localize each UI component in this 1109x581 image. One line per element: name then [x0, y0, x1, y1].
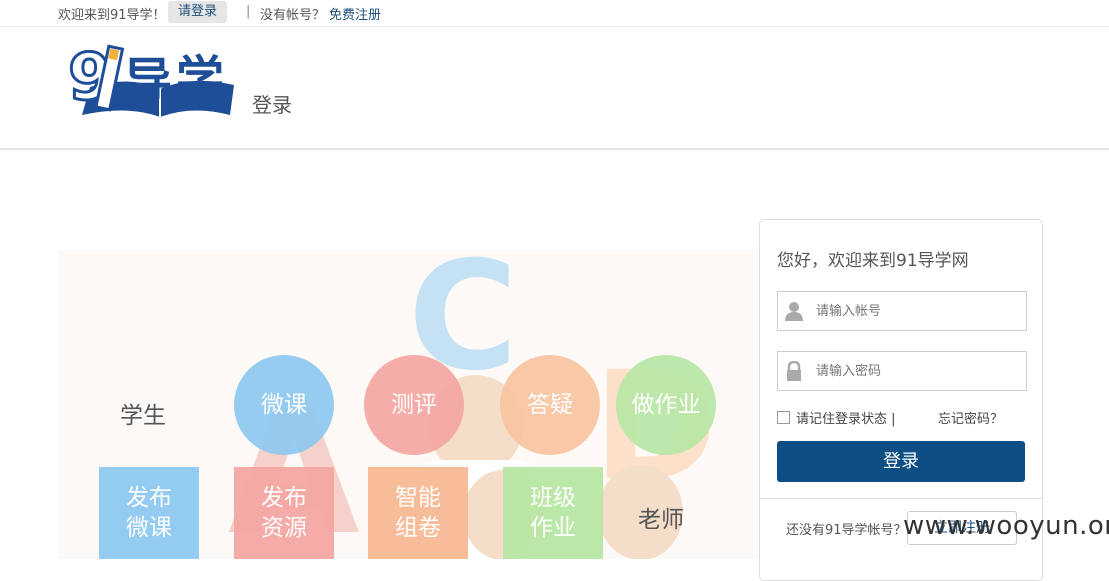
- no-account-text: 没有帐号？: [260, 8, 326, 23]
- forgot-password-link[interactable]: 忘记密码？: [938, 408, 1003, 427]
- svg-text:学: 学: [176, 51, 224, 107]
- lock-icon: [787, 361, 801, 381]
- password-input[interactable]: [816, 352, 1016, 390]
- user-icon: [785, 302, 803, 321]
- welcome-text: 欢迎来到91导学！: [58, 8, 166, 23]
- feature-line: 班级: [530, 485, 576, 511]
- feature-circle-assessment[interactable]: 测评: [364, 355, 464, 455]
- feature-square-publish-resource[interactable]: 发布 资源: [234, 467, 334, 559]
- divider: [760, 498, 1042, 499]
- feature-line: 微课: [126, 515, 172, 541]
- account-input[interactable]: [816, 292, 1016, 330]
- register-link[interactable]: 免费注册: [329, 4, 381, 23]
- remember-me[interactable]: 请记住登录状态 |: [777, 408, 896, 427]
- svg-text:导: 导: [124, 53, 172, 109]
- no-account-prompt: 还没有91导学帐号？: [786, 523, 907, 538]
- feature-circle-homework[interactable]: 做作业: [616, 355, 716, 455]
- remember-checkbox[interactable]: [777, 411, 790, 424]
- feature-line: 发布: [126, 485, 172, 511]
- feature-square-class-homework[interactable]: 班级 作业: [503, 467, 603, 559]
- feature-line: 组卷: [395, 515, 441, 541]
- student-label: 学生: [120, 403, 166, 429]
- site-logo[interactable]: 9 导 学: [67, 39, 238, 117]
- account-field[interactable]: [777, 291, 1027, 331]
- login-link[interactable]: 请登录: [168, 1, 228, 23]
- feature-square-publish-lesson[interactable]: 发布 微课: [99, 467, 199, 559]
- login-button[interactable]: 登录: [777, 441, 1025, 482]
- top-bar: 欢迎来到91导学！ 请登录 | 没有帐号？ 免费注册: [0, 0, 1109, 27]
- logo-graphic: 9 导 学: [67, 40, 234, 117]
- page-title: 登录: [252, 93, 292, 117]
- feature-circle-qa[interactable]: 答疑: [500, 355, 600, 455]
- watermark-text: www.wooyun.org: [903, 511, 1109, 541]
- feature-line: 作业: [530, 515, 576, 541]
- remember-label: 请记住登录状态 |: [796, 412, 896, 427]
- separator: |: [246, 4, 251, 19]
- feature-line: 资源: [261, 515, 307, 541]
- promo-banner: C A D 学生 微课 测评 答疑 做作业 发布 微课 发布 资源 智能 组卷 …: [58, 250, 758, 559]
- feature-circle-microlesson[interactable]: 微课: [234, 355, 334, 455]
- login-greeting: 您好，欢迎来到91导学网: [777, 251, 969, 271]
- header: 9 导 学 登录: [0, 27, 1109, 150]
- password-field[interactable]: [777, 351, 1027, 391]
- feature-square-smart-exam[interactable]: 智能 组卷: [368, 467, 468, 559]
- teacher-label: 老师: [638, 507, 684, 533]
- feature-line: 智能: [395, 485, 441, 511]
- feature-line: 发布: [261, 485, 307, 511]
